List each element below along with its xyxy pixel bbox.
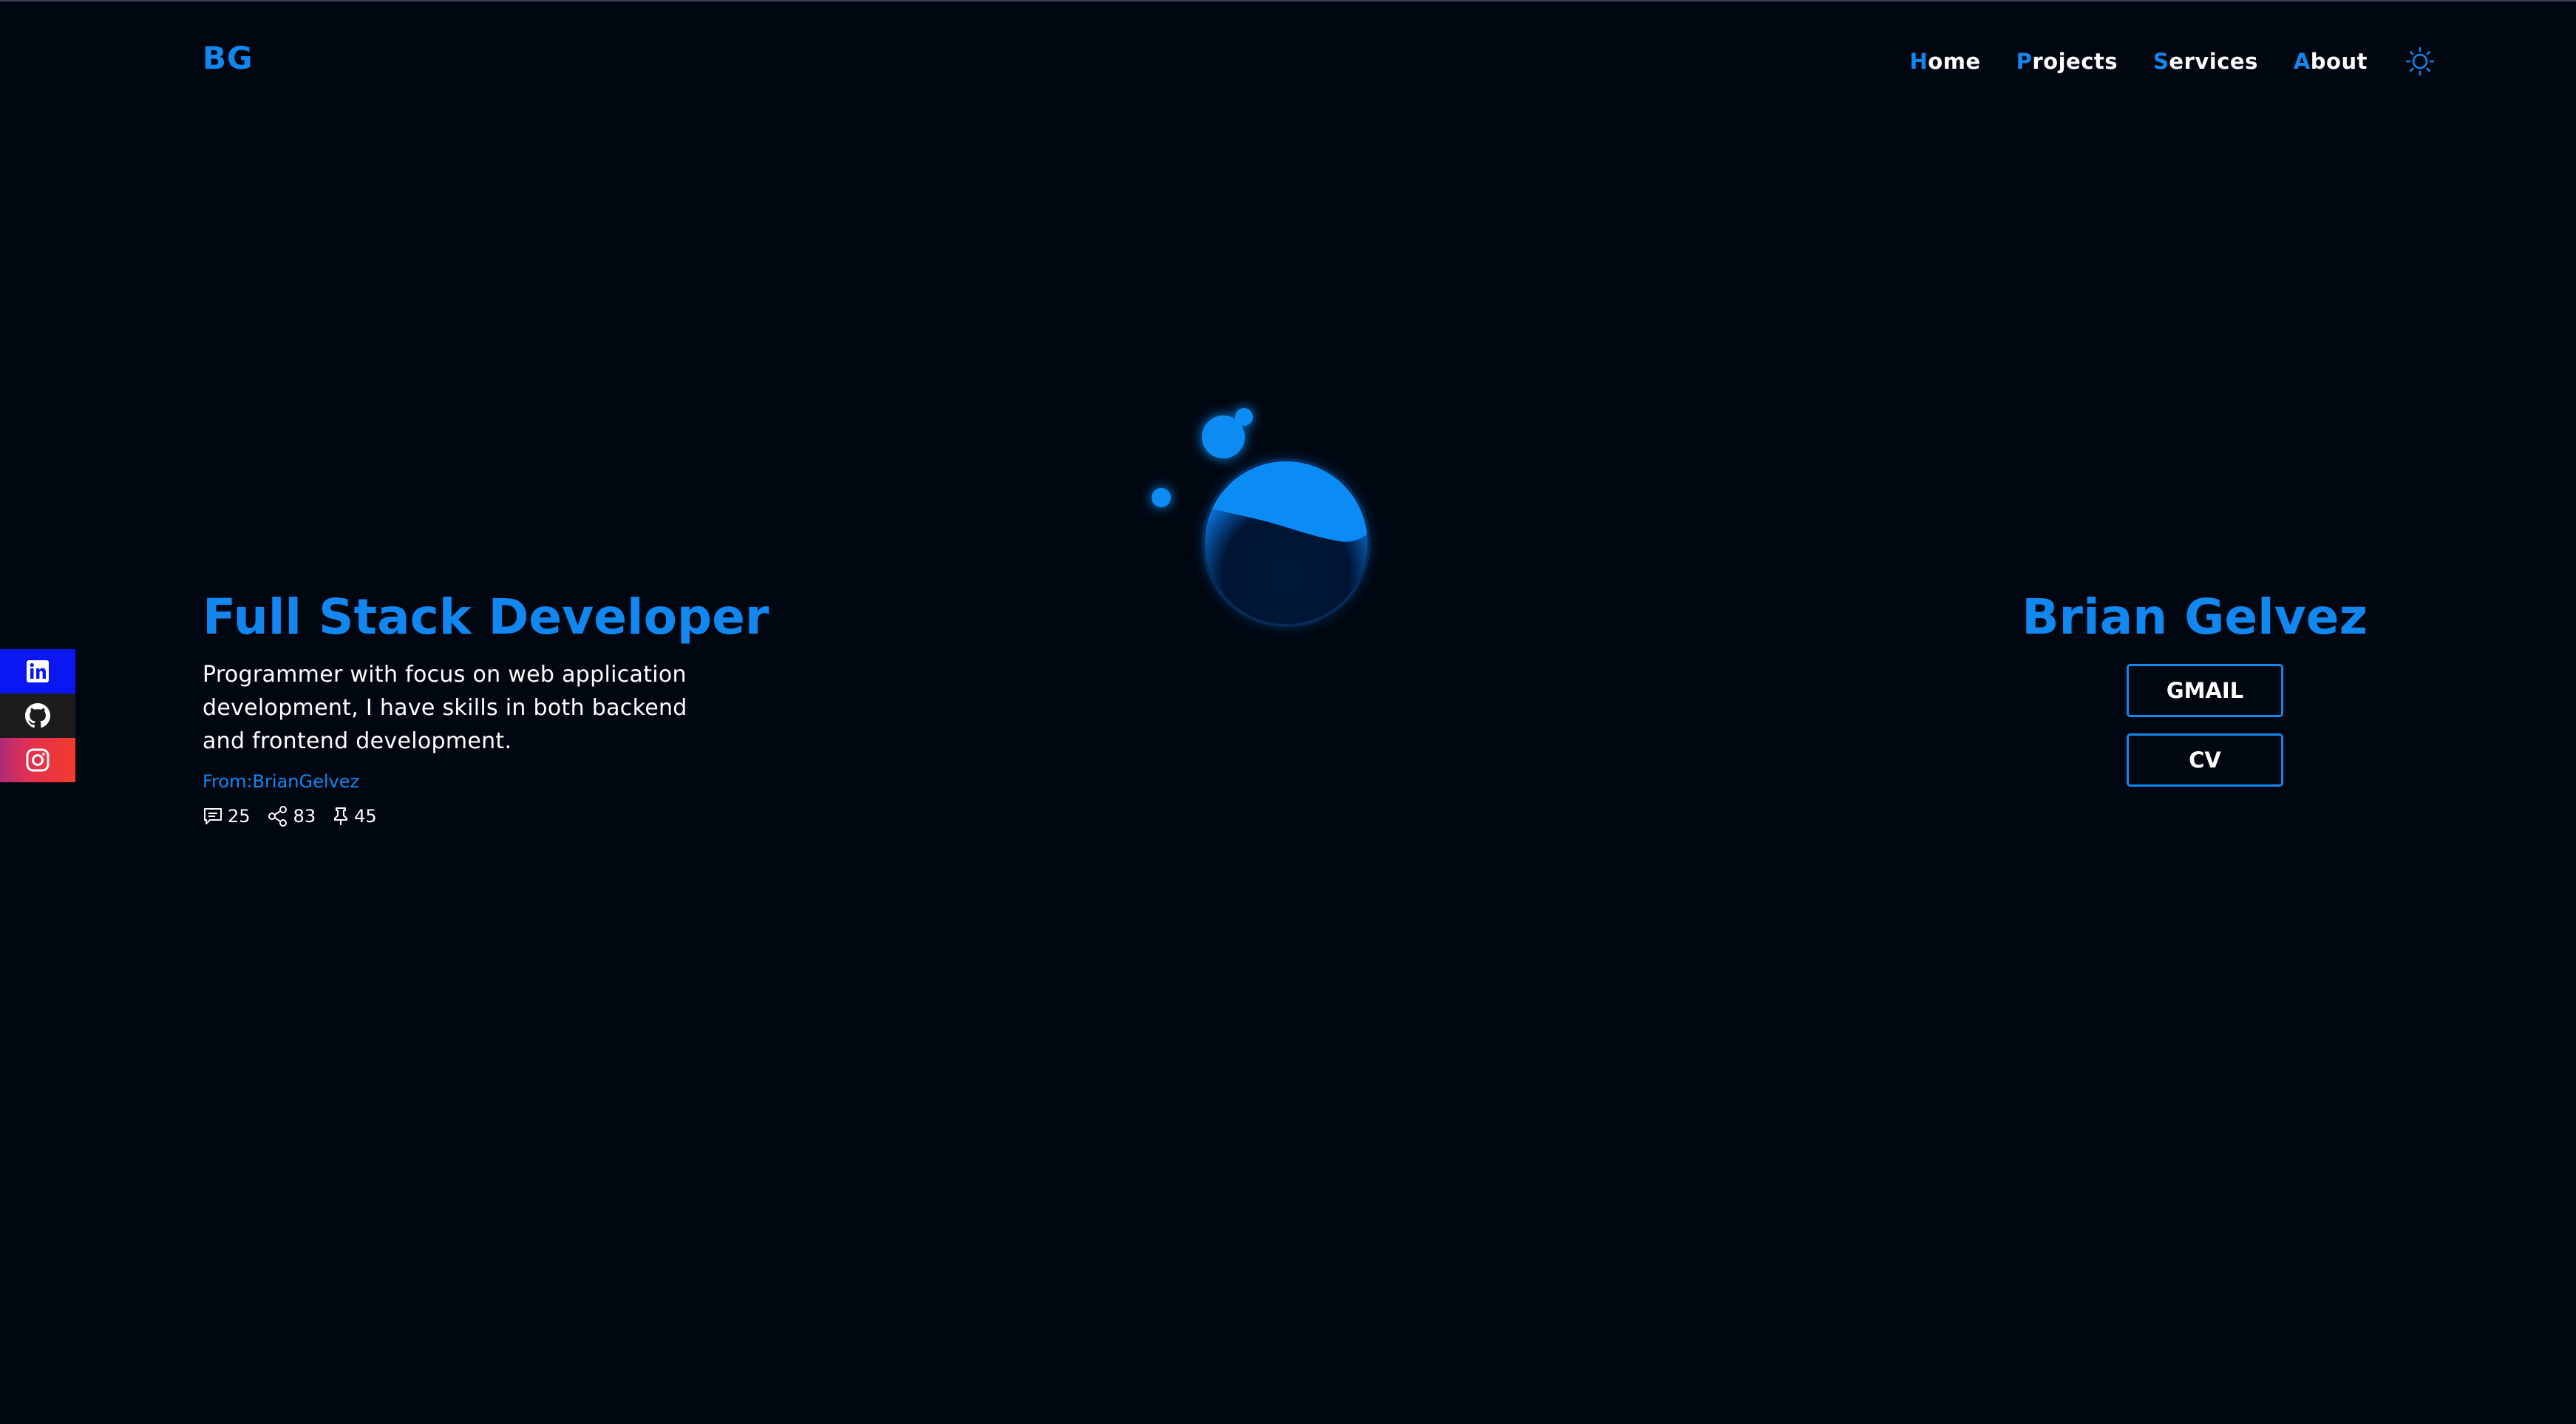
orb-illustration (1138, 401, 1390, 652)
nav-about-label: bout (2310, 49, 2368, 74)
instagram-link[interactable] (0, 738, 75, 782)
gmail-button[interactable]: GMAIL (2127, 664, 2283, 717)
pin-icon (334, 807, 348, 825)
comments-count: 25 (228, 806, 251, 827)
page: BG Home Projects Services About Full Sta… (0, 0, 2576, 1424)
social-sidebar (0, 649, 75, 782)
hero-description-line: development, I have skills in both backe… (203, 695, 687, 721)
stats-row: 25 83 45 (203, 805, 735, 827)
share-icon (268, 806, 287, 827)
nav-projects-label: rojects (2032, 49, 2118, 74)
pins-stat: 45 (332, 806, 377, 827)
main-nav: Home Projects Services About (1910, 46, 2436, 77)
shares-stat: 83 (267, 805, 316, 827)
profile-name: Brian Gelvez (2022, 589, 2368, 645)
linkedin-link[interactable] (0, 649, 75, 694)
pins-count: 45 (354, 806, 377, 827)
comments-stat: 25 (203, 806, 251, 827)
nav-about-initial: A (2293, 49, 2311, 74)
hero-description-line: and frontend development. (203, 728, 512, 754)
instagram-icon (26, 748, 50, 772)
hero-intro: Full Stack Developer Programmer with foc… (203, 586, 769, 827)
nav-services-initial: S (2153, 49, 2169, 74)
nav-home-label: ome (1928, 49, 1981, 74)
nav-services[interactable]: Services (2153, 49, 2258, 74)
hero-description: Programmer with focus on web application… (203, 658, 735, 758)
comment-icon (204, 808, 222, 824)
nav-projects-initial: P (2016, 49, 2033, 74)
nav-projects[interactable]: Projects (2016, 49, 2118, 74)
theme-toggle-button[interactable] (2405, 46, 2436, 77)
shares-count: 83 (293, 806, 316, 827)
hero-source: From:BrianGelvez (203, 771, 360, 792)
nav-about[interactable]: About (2294, 49, 2368, 74)
orb-icon (1152, 408, 1370, 627)
nav-home-initial: H (1909, 49, 1928, 74)
github-icon (25, 703, 50, 728)
linkedin-icon (27, 660, 49, 682)
nav-services-label: ervices (2169, 49, 2258, 74)
nav-home[interactable]: Home (1910, 49, 1981, 74)
github-link[interactable] (0, 694, 75, 738)
logo[interactable]: BG (203, 40, 254, 76)
cv-button[interactable]: CV (2127, 733, 2283, 787)
profile-panel: Brian Gelvez GMAIL CV (2022, 586, 2368, 787)
hero-title: Full Stack Developer (203, 589, 769, 645)
sun-icon (2405, 47, 2435, 76)
hero-description-line: Programmer with focus on web application (203, 662, 687, 688)
